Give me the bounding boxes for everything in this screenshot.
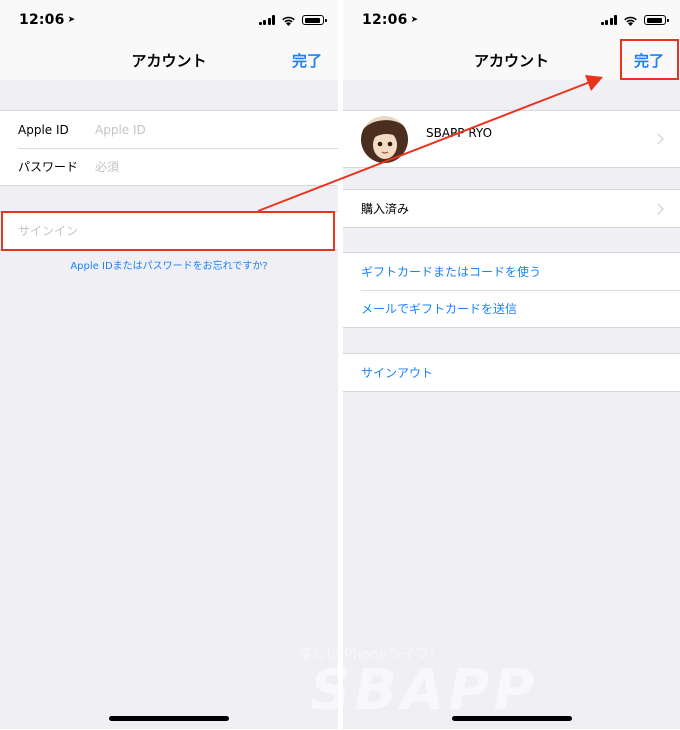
profile-row[interactable]: SBAPP RYO <box>343 110 680 168</box>
done-button[interactable]: 完了 <box>292 50 322 71</box>
password-label: パスワード <box>18 160 79 174</box>
location-arrow-icon: ➤ <box>410 15 419 25</box>
status-and-nav-bar: 12:06 ➤ アカウント 完了 <box>0 0 338 80</box>
purchased-group: 購入済み <box>343 189 680 228</box>
avatar <box>361 116 408 163</box>
status-time: 12:06 ➤ <box>19 12 75 28</box>
status-icons <box>258 14 327 26</box>
sign-out-button[interactable]: サインアウト <box>343 354 680 391</box>
status-icons <box>600 14 669 26</box>
sign-out-group: サインアウト <box>343 353 680 392</box>
password-row[interactable]: パスワード 必須 <box>0 148 338 185</box>
password-field[interactable]: 必須 <box>95 158 119 175</box>
chevron-right-icon <box>652 202 664 215</box>
chevron-right-icon <box>652 133 664 145</box>
watermark-logo: SBAPP <box>310 658 539 723</box>
gift-card-group: ギフトカードまたはコードを使う メールでギフトカードを送信 <box>343 252 680 328</box>
purchased-label: 購入済み <box>361 202 410 216</box>
left-screen: 12:06 ➤ アカウント 完了 Apple ID Apple ID パスワード … <box>0 0 338 729</box>
purchased-row[interactable]: 購入済み <box>343 190 680 227</box>
forgot-password-link[interactable]: Apple IDまたはパスワードをお忘れですか? <box>0 257 338 272</box>
send-gift-card-label: メールでギフトカードを送信 <box>361 302 518 316</box>
sign-out-label: サインアウト <box>361 366 434 380</box>
cellular-signal-icon <box>600 15 617 25</box>
nav-title: アカウント <box>131 52 207 70</box>
battery-icon <box>644 15 669 25</box>
wifi-icon <box>282 16 295 26</box>
apple-id-field[interactable]: Apple ID <box>95 123 146 137</box>
redeem-gift-card-row[interactable]: ギフトカードまたはコードを使う <box>343 253 680 290</box>
apple-id-row[interactable]: Apple ID Apple ID <box>0 111 338 148</box>
profile-name: SBAPP RYO <box>426 126 493 140</box>
sign-in-highlight-box <box>1 211 335 251</box>
redeem-gift-card-label: ギフトカードまたはコードを使う <box>361 265 542 279</box>
send-gift-card-row[interactable]: メールでギフトカードを送信 <box>343 290 680 327</box>
battery-icon <box>302 15 327 25</box>
status-time-text: 12:06 <box>19 12 65 28</box>
status-time: 12:06 ➤ <box>362 12 418 28</box>
right-screen: 12:06 ➤ アカウント 完了 SBAPP RYO 購入済み ギフトカードまた… <box>343 0 680 729</box>
watermark: 楽しいiPhoneライフ! SBAPP <box>292 640 672 730</box>
location-arrow-icon: ➤ <box>67 15 76 25</box>
done-highlight-box <box>620 39 679 80</box>
status-time-text: 12:06 <box>362 12 408 28</box>
apple-id-label: Apple ID <box>18 122 69 137</box>
cellular-signal-icon <box>258 15 275 25</box>
home-indicator[interactable] <box>109 716 229 721</box>
credentials-form: Apple ID Apple ID パスワード 必須 <box>0 110 338 186</box>
wifi-icon <box>624 16 637 26</box>
